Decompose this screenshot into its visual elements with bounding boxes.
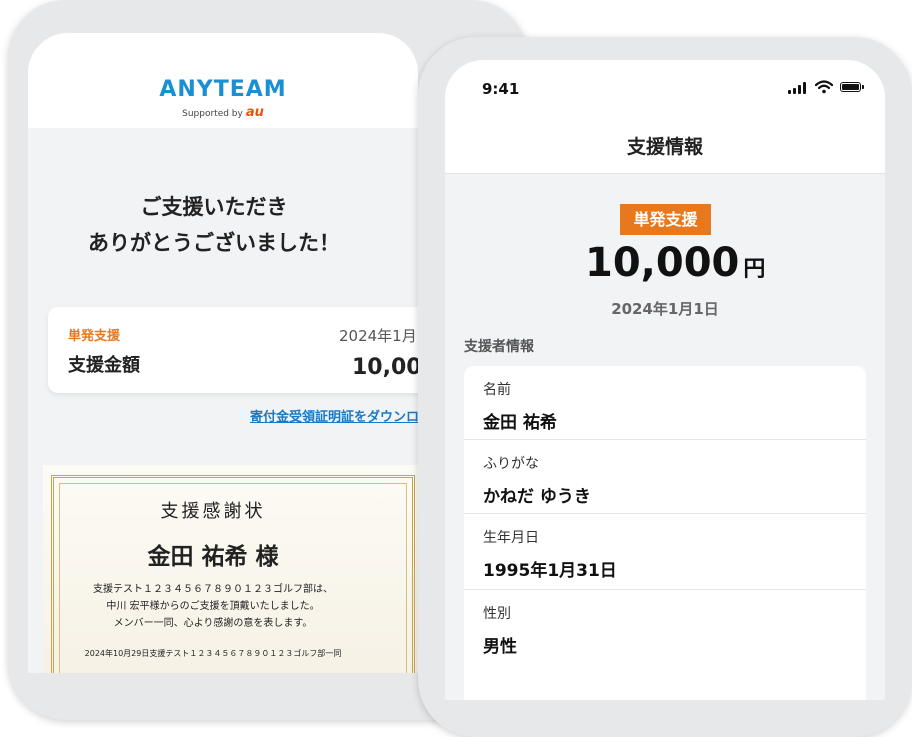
certificate-body-line1: 支援テスト１２３４５６７８９０１２３ゴルフ部は、	[93, 584, 333, 595]
wifi-icon	[815, 80, 833, 94]
currency-unit: 円	[743, 257, 766, 282]
info-value: かねだ ゆうき	[483, 487, 591, 507]
front-phone: 9:41 支援情報 単発支援 10,000円 2024年1月1日 支援者情報	[418, 37, 912, 737]
info-value: 金田 祐希	[483, 413, 557, 433]
page-title: 支援情報	[626, 136, 703, 158]
donation-date: 2024年1月1日	[339, 327, 418, 345]
certificate-body-line2: 中川 宏平様からのご支援を頂戴いたしました。	[106, 601, 320, 612]
donation-amount: 10,000円	[352, 355, 418, 380]
supporter-info-list: 名前 金田 祐希 ふりがな かねだ ゆうき 生年月日 1995年1月31日 性別…	[464, 366, 866, 700]
donation-summary-card: 単発支援 支援金額 2024年1月1日 10,000円	[48, 307, 418, 393]
thanks-heading-line2: ありがとうございました！	[88, 231, 340, 255]
donation-type-badge: 単発支援	[620, 204, 711, 235]
info-row-furigana: ふりがな かねだ ゆうき	[464, 440, 866, 514]
anyteam-logo: ANYTEAM	[159, 77, 287, 102]
donation-amount-value: 10,000	[585, 240, 740, 286]
certificate-recipient: 金田 祐希 様	[147, 543, 279, 570]
thanks-heading-line1: ご支援いただき	[140, 195, 288, 219]
back-phone-screen: ANYTEAM Supported by au ご支援いただき ありがとうございま…	[28, 33, 418, 673]
back-header: ANYTEAM Supported by au	[28, 33, 418, 128]
certificate-footer: 2024年10月29日支援テスト１２３４５６７８９０１２３ゴルフ部一同	[84, 649, 342, 658]
info-label: 名前	[483, 382, 511, 398]
certificate-body: 支援テスト１２３４５６７８９０１２３ゴルフ部は、 中川 宏平様からのご支援を頂戴…	[43, 581, 383, 632]
battery-icon	[840, 82, 861, 92]
donation-date: 2024年1月1日	[611, 300, 719, 318]
download-receipt-link[interactable]: 寄付金受領証明証をダウンロード	[250, 406, 418, 425]
donation-type-tag: 単発支援	[68, 329, 121, 344]
info-row-name: 名前 金田 祐希	[464, 366, 866, 440]
info-label: ふりがな	[483, 456, 539, 472]
donation-amount-display: 10,000 円	[585, 240, 765, 286]
battery-tip	[862, 85, 864, 89]
certificate-body-line3: メンバー一同、心より感謝の意を表します。	[113, 618, 313, 629]
supporter-info-heading: 支援者情報	[464, 339, 534, 355]
donation-amount-label: 支援金額	[68, 355, 140, 376]
info-row-birthdate: 生年月日 1995年1月31日	[464, 514, 866, 590]
info-label: 生年月日	[483, 530, 539, 546]
certificate-title: 支援感謝状	[160, 501, 266, 522]
supported-by-text: Supported by	[182, 109, 243, 119]
status-bar: 9:41	[445, 60, 885, 120]
nav-bar: 支援情報	[445, 120, 885, 174]
supported-by-label: Supported by au	[28, 105, 418, 120]
info-label: 性別	[483, 606, 511, 622]
au-logo: au	[245, 105, 264, 120]
info-value: 男性	[483, 637, 517, 657]
status-time: 9:41	[482, 80, 520, 98]
info-value: 1995年1月31日	[483, 561, 617, 581]
info-row-gender: 性別 男性	[464, 590, 866, 670]
front-phone-screen: 9:41 支援情報 単発支援 10,000円 2024年1月1日 支援者情報	[445, 60, 885, 700]
thank-you-certificate: 支援感謝状 金田 祐希 様 支援テスト１２３４５６７８９０１２３ゴルフ部は、 中…	[43, 465, 418, 673]
